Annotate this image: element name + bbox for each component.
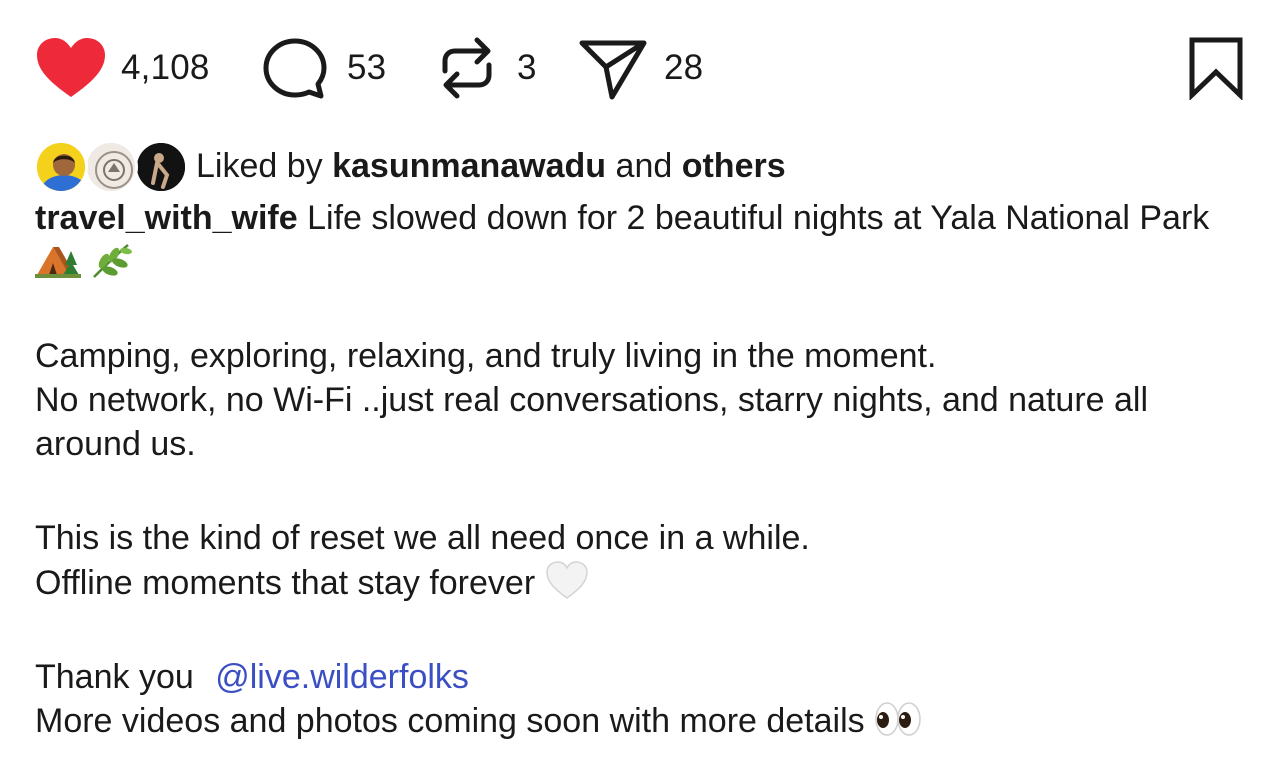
comment-count[interactable]: 53 xyxy=(347,48,386,88)
caption-line: Camping, exploring, relaxing, and truly … xyxy=(35,337,937,375)
caption-username[interactable]: travel_with_wife xyxy=(35,199,298,237)
mention-link[interactable]: @live.wilderfolks xyxy=(215,658,469,696)
caption-line-with-emoji: Offline moments that stay forever xyxy=(35,560,1255,605)
white-heart-emoji xyxy=(545,561,588,599)
caption-line-with-emoji: More videos and photos coming soon with … xyxy=(35,699,1255,743)
avatar[interactable] xyxy=(34,140,88,194)
liked-by-user[interactable]: kasunmanawadu xyxy=(332,147,606,185)
thanks-text: Thank you xyxy=(35,658,194,696)
post-action-bar: 4,108 53 3 28 xyxy=(0,0,1288,135)
comment-icon[interactable] xyxy=(262,37,328,101)
caption-line: Life slowed down for 2 beautiful nights … xyxy=(307,199,1210,237)
caption-first-paragraph: travel_with_wife Life slowed down for 2 … xyxy=(35,196,1255,284)
herb-emoji xyxy=(93,244,133,278)
avatar[interactable] xyxy=(84,140,138,194)
thanks-line: Thank you @live.wilderfolks xyxy=(35,655,1255,699)
share-count[interactable]: 28 xyxy=(664,48,703,88)
avatar[interactable] xyxy=(134,140,188,194)
post-caption: travel_with_wife Life slowed down for 2 … xyxy=(35,196,1255,743)
liked-by-others[interactable]: others xyxy=(682,147,786,185)
caption-line: Offline moments that stay forever xyxy=(35,564,536,602)
tent-emoji xyxy=(35,247,81,278)
caption-line: More videos and photos coming soon with … xyxy=(35,702,865,740)
liked-by-and: and xyxy=(615,147,673,185)
liked-by-prefix: Liked by xyxy=(196,147,323,185)
repost-count[interactable]: 3 xyxy=(517,48,537,88)
bookmark-icon[interactable] xyxy=(1186,36,1246,100)
share-icon[interactable] xyxy=(578,37,648,101)
liked-by-row[interactable]: Liked by kasunmanawadu and others xyxy=(34,140,1234,198)
repost-icon[interactable] xyxy=(437,35,497,101)
caption-line: No network, no Wi-Fi ..just real convers… xyxy=(35,381,1149,463)
liked-by-text: Liked by kasunmanawadu and others xyxy=(196,145,786,187)
like-count[interactable]: 4,108 xyxy=(121,48,210,88)
caption-line: This is the kind of reset we all need on… xyxy=(35,519,810,557)
eyes-emoji xyxy=(875,702,921,736)
heart-icon[interactable] xyxy=(36,37,106,99)
